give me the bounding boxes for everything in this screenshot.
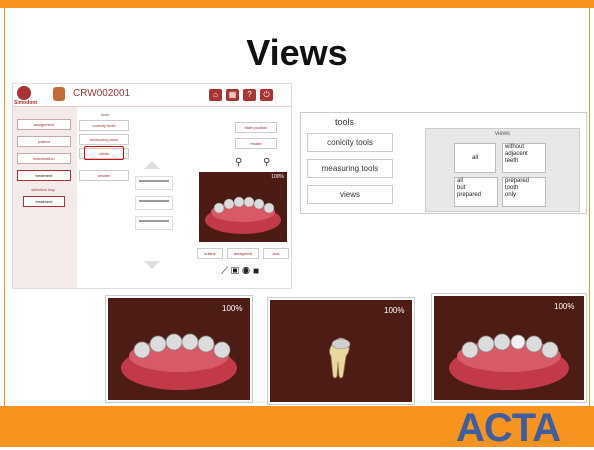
tool-answer[interactable]: answer — [79, 170, 129, 181]
thumbnail-without-adjacent: 100% — [432, 294, 586, 402]
option-label: without — [505, 144, 525, 150]
zoom-percent: 100% — [222, 304, 243, 313]
outline-button[interactable]: outline — [197, 248, 223, 259]
views-button[interactable]: views — [307, 185, 393, 204]
top-accent-bar — [0, 0, 594, 8]
option-label: all — [471, 155, 478, 161]
sidebar-item-assignment[interactable]: assignment — [17, 119, 71, 130]
views-highlight-box — [84, 146, 124, 160]
tools-heading: tools — [100, 112, 110, 117]
view-option-prepared-only[interactable]: prepared tooth only — [502, 177, 546, 207]
dental-model-image — [449, 333, 569, 390]
sidebar-subitem-treatment[interactable]: treatment — [23, 196, 65, 207]
zoom-percent: 100% — [271, 174, 284, 180]
view-option-all[interactable]: all — [454, 143, 496, 173]
tool-conicity[interactable]: conicity tools — [79, 120, 129, 131]
single-tooth-image — [329, 337, 351, 379]
camera-icon[interactable]: ◉ — [242, 266, 253, 277]
tooth-tool-icon[interactable]: ⟋ — [221, 266, 231, 277]
tools-panel-heading: tools — [335, 117, 355, 127]
restart-button[interactable]: restart — [235, 138, 277, 149]
view-option-without-adjacent[interactable]: without adjacent teeth — [502, 143, 546, 173]
help-icon[interactable]: ? — [243, 89, 256, 101]
option-label: teeth — [505, 158, 519, 164]
acta-logo-text: ACTA — [456, 406, 561, 450]
thumbnail-prepared-only: 100% — [268, 298, 414, 404]
zoom-in-icon[interactable]: ⚲ — [235, 158, 245, 168]
sidebar-item-patient[interactable]: patient — [17, 136, 71, 147]
zoom-out-icon[interactable]: ⚲ — [263, 158, 273, 168]
zoom-percent: 100% — [384, 306, 405, 315]
dental-model-image — [121, 333, 237, 390]
case-id: CRW002001 — [73, 88, 131, 99]
sidebar-item-treatment[interactable]: treatment — [17, 170, 71, 181]
home-icon[interactable]: ⌂ — [209, 89, 222, 101]
zoom-percent: 100% — [554, 302, 575, 311]
option-label: prepared — [457, 192, 482, 198]
antagonist-button[interactable]: antagonist — [227, 248, 259, 259]
start-position-button[interactable]: start position — [235, 122, 277, 133]
app-header: Simodont CRW002001 ⌂ ▦ ? ⏻ — [13, 84, 291, 107]
option-label: but — [457, 185, 466, 191]
tooth-icon — [53, 87, 65, 101]
slider[interactable] — [135, 196, 173, 210]
acta-logo: ACTA — [456, 406, 574, 450]
views-options-box: views all without adjacent teeth all but… — [425, 128, 580, 212]
slide: Views Simodont CRW002001 ⌂ ▦ ? ⏻ assignm… — [0, 0, 594, 450]
sidebar-item-selection-tray[interactable]: selection tray — [21, 186, 65, 193]
app-logo-text: Simodont — [14, 100, 38, 106]
tool-measuring[interactable]: measuring tools — [79, 134, 129, 145]
settings-icon[interactable]: ▦ — [226, 89, 239, 101]
app-logo-icon — [17, 86, 31, 100]
option-label: prepared — [505, 178, 530, 184]
measuring-tools-button[interactable]: measuring tools — [307, 159, 393, 178]
sidebar-item-examination[interactable]: examination — [17, 153, 71, 164]
app-sidebar: assignment patient examination treatment… — [13, 107, 77, 288]
video-icon[interactable]: ■ — [253, 266, 262, 277]
power-icon[interactable]: ⏻ — [260, 89, 273, 101]
tools-panel: tools conicity tools measuring tools vie… — [300, 112, 587, 214]
bottom-toolbar: ⟋▣◉■ — [221, 266, 262, 277]
slider[interactable] — [135, 216, 173, 230]
conicity-tools-button[interactable]: conicity tools — [307, 133, 393, 152]
3d-view[interactable]: 100% — [199, 172, 287, 242]
views-heading: views — [494, 131, 510, 137]
thumbnail-all-teeth: 100% — [106, 296, 252, 402]
slide-title: Views — [246, 32, 348, 73]
slider[interactable] — [135, 176, 173, 190]
scroll-down-icon[interactable] — [144, 261, 160, 269]
option-label: only — [505, 192, 517, 198]
dental-model-image — [205, 196, 281, 234]
view-option-all-but-prepared[interactable]: all but prepared — [454, 177, 498, 207]
app-screenshot: Simodont CRW002001 ⌂ ▦ ? ⏻ assignment pa… — [12, 83, 292, 289]
option-label: adjacent — [505, 151, 528, 157]
scroll-up-icon[interactable] — [144, 161, 160, 169]
option-label: all — [457, 178, 464, 184]
option-label: tooth — [505, 185, 519, 191]
axis-button[interactable]: axis — [263, 248, 289, 259]
save-icon[interactable]: ▣ — [231, 266, 242, 277]
